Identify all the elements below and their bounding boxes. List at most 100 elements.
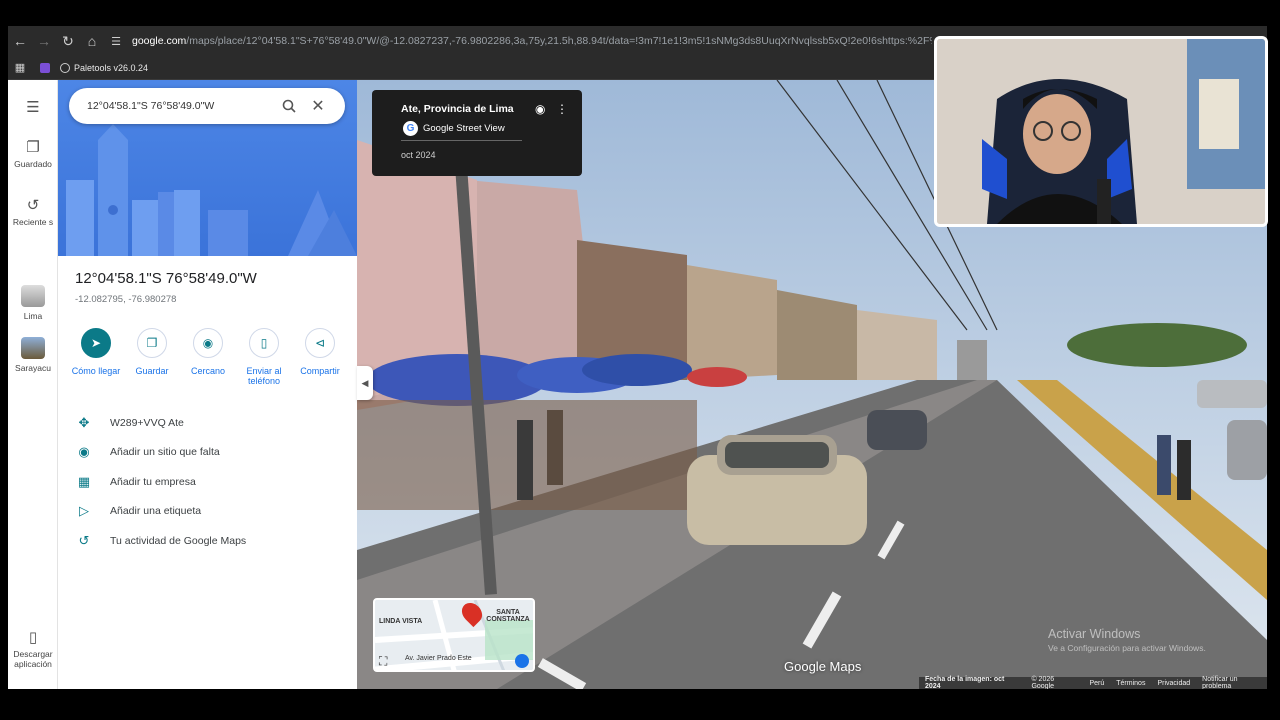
url-field[interactable]: google.com/maps/place/12°04'58.1"S+76°58… <box>132 35 932 47</box>
label-icon: ▷ <box>79 503 89 519</box>
nearby-button[interactable]: ◉ Cercano <box>180 328 236 386</box>
rail-sarayacu-label: Sarayacu <box>15 363 51 373</box>
place-coordinates: -12.082795, -76.980278 <box>75 294 177 305</box>
add-location-icon: ◉ <box>78 444 90 460</box>
extension-icon[interactable] <box>40 62 50 73</box>
lima-thumbnail <box>21 285 45 307</box>
sv-brand: G Google Street View <box>403 121 505 136</box>
back-icon[interactable]: ← <box>8 29 32 53</box>
watermark-title: Activar Windows <box>1048 627 1141 641</box>
menu-button[interactable]: ☰ <box>8 98 58 119</box>
maps-activity-label: Tu actividad de Google Maps <box>110 534 247 547</box>
add-missing-place-row[interactable]: ◉ Añadir un sitio que falta <box>58 438 357 468</box>
hamburger-icon: ☰ <box>26 99 40 116</box>
rail-saved[interactable]: ❐ Guardado <box>8 138 58 169</box>
footer-country[interactable]: Perú <box>1089 680 1104 687</box>
add-business-row[interactable]: ▦ Añadir tu empresa <box>58 467 357 497</box>
expand-icon[interactable]: ⛶ <box>379 654 393 668</box>
google-g-icon: G <box>403 121 418 136</box>
plus-code-row[interactable]: ✥ W289+VVQ Ate <box>58 408 357 438</box>
sv-brand-label: Google Street View <box>423 123 505 134</box>
history-icon: ↺ <box>78 532 90 548</box>
street-view-info-card: Ate, Provincia de Lima ◉ ⋮ G Google Stree… <box>372 90 582 176</box>
send-to-phone-label: Enviar al teléfono <box>246 366 282 386</box>
rail-saved-label: Guardado <box>14 159 52 169</box>
add-label-row[interactable]: ▷ Añadir una etiqueta <box>58 497 357 527</box>
directions-label: Cómo llegar <box>71 366 121 376</box>
google-maps-logo: Google Maps <box>784 659 862 674</box>
rail-lima[interactable]: Lima <box>8 285 58 321</box>
nearby-label: Cercano <box>190 366 226 376</box>
share-label: Compartir <box>300 366 340 376</box>
phone-icon: ▯ <box>28 629 38 646</box>
bookmark-icon: ❐ <box>26 139 40 156</box>
share-button[interactable]: ⊲ Compartir <box>292 328 348 386</box>
close-icon[interactable]: ✕ <box>306 94 330 118</box>
globe-icon <box>60 62 70 73</box>
footer-copyright: © 2026 Google <box>1031 676 1055 689</box>
map-footer: Fecha de la imagen: oct 2024 © 2026 Goog… <box>919 676 1267 689</box>
apps-grid-icon[interactable]: ▦ <box>8 56 32 80</box>
rail-recent-label: Reciente s <box>12 217 54 227</box>
info-list: ✥ W289+VVQ Ate ◉ Añadir un sitio que falta… <box>58 408 357 556</box>
add-label-label: Añadir una etiqueta <box>110 505 202 518</box>
phone-icon: ▯ <box>249 328 279 358</box>
place-panel: ✕ 12°04'58.1"S 76°58'49.0"W -12.082795, … <box>58 80 357 689</box>
rail-recent[interactable]: ↺ Reciente s <box>8 196 58 227</box>
location-pin-icon[interactable]: ◉ <box>535 102 545 116</box>
directions-icon: ➤ <box>81 328 111 358</box>
send-to-phone-button[interactable]: ▯ Enviar al teléfono <box>236 328 292 386</box>
chevron-left-icon: ◀ <box>361 377 369 388</box>
webcam-feed <box>937 39 1265 224</box>
store-icon: ▦ <box>77 473 91 489</box>
save-button[interactable]: ❐ Guardar <box>124 328 180 386</box>
plus-code-icon: ✥ <box>78 414 90 430</box>
footer-image-date: Fecha de la imagen: oct 2024 <box>925 676 1005 689</box>
rail-download-label: Descargar aplicación <box>13 649 53 669</box>
directions-button[interactable]: ➤ Cómo llegar <box>68 328 124 386</box>
collapse-panel-button[interactable]: ◀ <box>357 366 373 400</box>
sv-place-name: Ate, Provincia de Lima <box>401 103 514 115</box>
share-icon: ⊲ <box>305 328 335 358</box>
place-hero-image: ✕ <box>58 80 357 256</box>
minimap-road: Av. Javier Prado Este <box>405 655 472 662</box>
rail-download-app[interactable]: ▯ Descargar aplicación <box>8 628 58 669</box>
nearby-icon: ◉ <box>193 328 223 358</box>
action-buttons: ➤ Cómo llegar ❐ Guardar ◉ Cercano ▯ Enviar a… <box>68 328 348 386</box>
footer-privacy[interactable]: Privacidad <box>1157 680 1190 687</box>
history-icon: ↺ <box>26 197 40 214</box>
site-settings-icon[interactable]: ☰ <box>104 29 128 53</box>
bookmark-paletools[interactable]: Paletools v26.0.24 <box>74 63 148 73</box>
minimap[interactable]: LINDA VISTA SANTA CONSTANZA Av. Javier P… <box>373 598 535 672</box>
minimap-linda-vista: LINDA VISTA <box>379 618 423 625</box>
save-label: Guardar <box>135 366 169 376</box>
footer-terms[interactable]: Términos <box>1116 680 1145 687</box>
maps-activity-row[interactable]: ↺ Tu actividad de Google Maps <box>58 526 357 556</box>
webcam-overlay <box>934 36 1268 227</box>
windows-activation-watermark: Activar Windows Ve a Configuración para … <box>1048 627 1206 653</box>
left-rail: ☰ ❐ Guardado ↺ Reciente s Lima Sarayacu ▯ D… <box>8 80 58 689</box>
sv-divider <box>401 140 522 141</box>
sv-capture-date: oct 2024 <box>401 150 436 160</box>
add-missing-place-label: Añadir un sitio que falta <box>110 446 220 459</box>
footer-report[interactable]: Notificar un problema <box>1202 676 1267 689</box>
url-host: google.com <box>132 35 187 47</box>
reload-icon[interactable]: ↻ <box>56 29 80 53</box>
watermark-subtitle: Ve a Configuración para activar Windows. <box>1048 643 1206 653</box>
place-title: 12°04'58.1"S 76°58'49.0"W <box>75 270 257 287</box>
lock-icon[interactable] <box>515 654 529 668</box>
rail-sarayacu[interactable]: Sarayacu <box>8 337 58 373</box>
rail-lima-label: Lima <box>23 311 43 321</box>
search-box: ✕ <box>69 88 345 124</box>
bookmark-icon: ❐ <box>137 328 167 358</box>
home-icon[interactable]: ⌂ <box>80 29 104 53</box>
sarayacu-thumbnail <box>21 337 45 359</box>
url-path: /maps/place/12°04'58.1"S+76°58'49.0"W/@-… <box>186 35 932 47</box>
add-business-label: Añadir tu empresa <box>110 475 196 488</box>
forward-icon[interactable]: → <box>32 29 56 53</box>
minimap-santa-constanza: SANTA CONSTANZA <box>486 609 530 623</box>
plus-code-label: W289+VVQ Ate <box>110 416 184 429</box>
search-input[interactable] <box>87 100 277 112</box>
more-options-icon[interactable]: ⋮ <box>556 102 568 116</box>
search-icon[interactable] <box>277 94 301 118</box>
